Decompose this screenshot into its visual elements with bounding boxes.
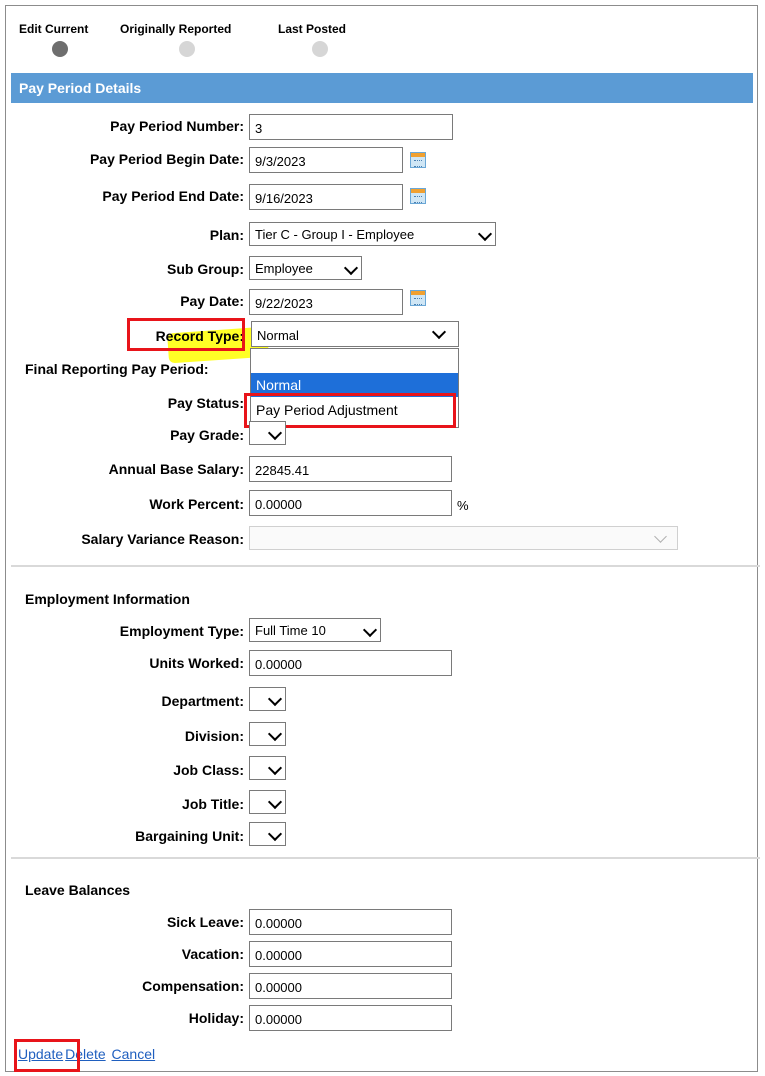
tab-indicator <box>312 41 328 57</box>
compensation-label: Compensation: <box>142 978 244 994</box>
chevron-down-icon <box>654 530 667 543</box>
vacation-label: Vacation: <box>181 946 244 962</box>
holiday-input[interactable]: 0.00000 <box>249 1005 452 1031</box>
pay-date-input[interactable]: 9/22/2023 <box>249 289 403 315</box>
compensation-input[interactable]: 0.00000 <box>249 973 452 999</box>
work-percent-label: Work Percent: <box>149 496 244 512</box>
job-class-label: Job Class: <box>173 762 244 778</box>
chevron-down-icon <box>267 760 283 776</box>
section-header: Pay Period Details <box>11 73 753 103</box>
employment-section-title: Employment Information <box>25 591 190 607</box>
tab-last-posted[interactable]: Last Posted <box>278 22 346 36</box>
annual-base-salary-input[interactable]: 22845.41 <box>249 456 452 482</box>
chevron-down-icon <box>431 324 447 340</box>
calendar-icon[interactable] <box>410 188 426 204</box>
sub-group-value: Employee <box>255 261 313 276</box>
calendar-icon[interactable] <box>410 152 426 168</box>
department-select[interactable] <box>249 687 286 711</box>
divider <box>11 565 760 567</box>
calendar-icon[interactable] <box>410 290 426 306</box>
plan-label: Plan: <box>209 227 244 243</box>
pay-period-end-input[interactable]: 9/16/2023 <box>249 184 403 210</box>
pay-status-label: Pay Status: <box>167 395 244 411</box>
employment-type-label: Employment Type: <box>119 623 244 639</box>
annotation-box-update <box>14 1039 80 1072</box>
bargaining-unit-label: Bargaining Unit: <box>135 828 244 844</box>
work-percent-input[interactable]: 0.00000 <box>249 490 452 516</box>
job-title-select[interactable] <box>249 790 286 814</box>
pay-period-begin-label: Pay Period Begin Date: <box>89 151 244 167</box>
tab-edit-current[interactable]: Edit Current <box>19 22 88 36</box>
chevron-down-icon <box>362 622 378 638</box>
sick-leave-input[interactable]: 0.00000 <box>249 909 452 935</box>
leave-section-title: Leave Balances <box>25 882 131 898</box>
record-type-select[interactable]: Normal <box>251 321 459 347</box>
holiday-label: Holiday: <box>188 1010 244 1026</box>
plan-select[interactable]: Tier C - Group I - Employee <box>249 222 496 246</box>
annual-base-salary-label: Annual Base Salary: <box>108 461 244 477</box>
cancel-link[interactable]: Cancel <box>112 1046 156 1062</box>
employment-type-value: Full Time 10 <box>255 623 326 638</box>
sick-leave-label: Sick Leave: <box>166 914 244 930</box>
chevron-down-icon <box>267 425 283 441</box>
tab-indicator-active <box>52 41 68 57</box>
job-class-select[interactable] <box>249 756 286 780</box>
bargaining-unit-select[interactable] <box>249 822 286 846</box>
sub-group-select[interactable]: Employee <box>249 256 362 280</box>
pay-period-begin-input[interactable]: 9/3/2023 <box>249 147 403 173</box>
salary-variance-reason-select[interactable] <box>249 526 678 550</box>
pay-period-end-label: Pay Period End Date: <box>102 188 244 204</box>
units-worked-label: Units Worked: <box>149 655 244 671</box>
sub-group-label: Sub Group: <box>167 261 244 277</box>
final-reporting-label: Final Reporting Pay Period: <box>25 361 209 377</box>
chevron-down-icon <box>267 826 283 842</box>
chevron-down-icon <box>267 726 283 742</box>
chevron-down-icon <box>343 260 359 276</box>
divider <box>11 857 760 859</box>
employment-type-select[interactable]: Full Time 10 <box>249 618 381 642</box>
percent-unit: % <box>457 498 469 513</box>
annotation-box-record-type <box>127 318 245 351</box>
pay-period-number-label: Pay Period Number: <box>110 118 244 134</box>
division-select[interactable] <box>249 722 286 746</box>
chevron-down-icon <box>267 691 283 707</box>
tab-indicator <box>179 41 195 57</box>
units-worked-input[interactable]: 0.00000 <box>249 650 452 676</box>
division-label: Division: <box>184 728 244 744</box>
chevron-down-icon <box>267 794 283 810</box>
pay-period-number-input[interactable]: 3 <box>249 114 453 140</box>
dropdown-option-blank[interactable] <box>251 349 458 373</box>
chevron-down-icon <box>477 226 493 242</box>
pay-date-label: Pay Date: <box>180 293 244 309</box>
pay-grade-select[interactable] <box>249 421 286 445</box>
pay-grade-label: Pay Grade: <box>170 427 244 443</box>
record-type-value: Normal <box>257 328 299 343</box>
department-label: Department: <box>161 693 244 709</box>
salary-variance-reason-label: Salary Variance Reason: <box>81 531 244 547</box>
job-title-label: Job Title: <box>182 796 244 812</box>
vacation-input[interactable]: 0.00000 <box>249 941 452 967</box>
plan-value: Tier C - Group I - Employee <box>255 227 415 242</box>
tab-originally-reported[interactable]: Originally Reported <box>120 22 231 36</box>
